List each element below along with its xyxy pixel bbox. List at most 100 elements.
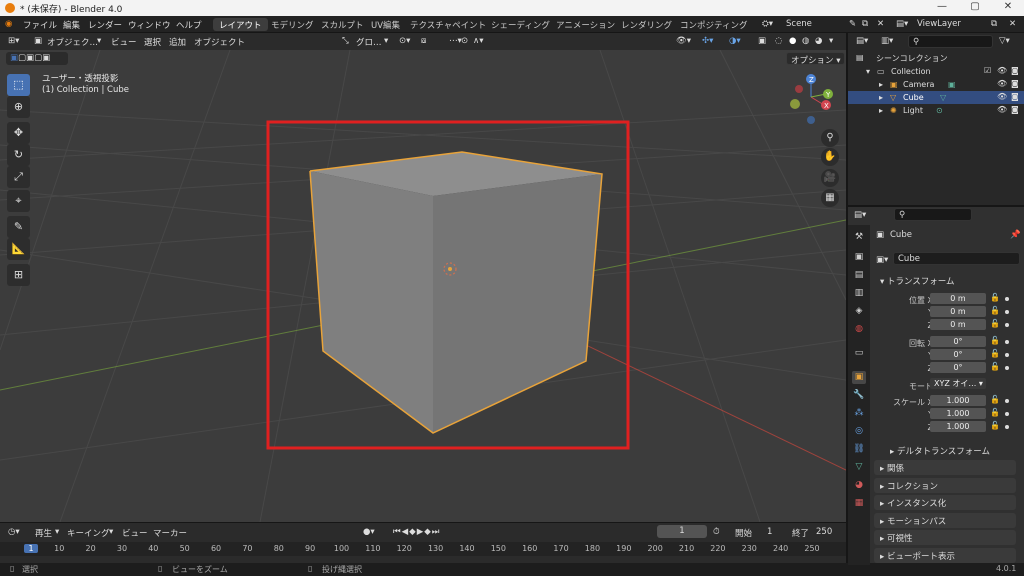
tab-compositing[interactable]: コンポジティング — [674, 18, 754, 31]
relations-section-header[interactable]: ▸ 関係 — [874, 460, 1016, 475]
visibility-icon[interactable]: 👁▾ — [676, 36, 691, 46]
data-tab-icon[interactable]: ▽ — [852, 461, 866, 474]
lock-icon[interactable]: 🔓 — [990, 421, 1000, 430]
render-tab-icon[interactable]: ▣ — [852, 251, 866, 264]
display-mode-icon[interactable]: ▥▾ — [881, 36, 893, 46]
object-mode-icon[interactable]: ▣ — [34, 36, 42, 46]
keyframe-dot-icon[interactable] — [1005, 340, 1009, 344]
lock-icon[interactable]: 🔓 — [990, 362, 1000, 371]
editor-type-icon[interactable]: ⊞▾ — [8, 36, 19, 46]
wireframe-shading-icon[interactable]: ◌ — [775, 36, 782, 46]
shading-options-icon[interactable]: ▾ — [829, 36, 833, 46]
keyframe-dot-icon[interactable] — [1005, 366, 1009, 370]
keyframe-dot-icon[interactable] — [1005, 353, 1009, 357]
eye-icon[interactable]: 👁 — [997, 105, 1007, 114]
keyframe-dot-icon[interactable] — [1005, 297, 1009, 301]
blender-menu-icon[interactable]: ◉ — [5, 19, 12, 29]
object-type-icon[interactable]: ▣▾ — [876, 255, 888, 265]
instancing-section-header[interactable]: ▸ インスタンス化 — [874, 495, 1016, 510]
zoom-icon[interactable]: ⚲ — [821, 129, 839, 147]
world-tab-icon[interactable]: ◍ — [852, 323, 866, 336]
outliner-row-camera[interactable]: ▸ ▣ Camera ▣ 👁 ◙ — [848, 78, 1024, 91]
eye-icon[interactable]: 👁 — [997, 92, 1007, 101]
rotation-y-field[interactable]: 0° — [930, 349, 986, 360]
lock-icon[interactable]: 🔓 — [990, 306, 1000, 315]
scale-x-field[interactable]: 1.000 — [930, 395, 986, 406]
menu-view[interactable]: ビュー — [111, 36, 137, 48]
scale-y-field[interactable]: 1.000 — [930, 408, 986, 419]
outliner-row-collection[interactable]: ▾ ▭ Collection ☑ 👁 ◙ — [848, 65, 1024, 78]
tool-tab-icon[interactable]: ⚒ — [852, 231, 866, 244]
menu-keying[interactable]: キーイング — [67, 527, 110, 539]
transform-orientation[interactable]: グロ… — [356, 36, 382, 48]
playback-controls[interactable]: ⏮◀◆▶◆⏭ — [393, 527, 440, 537]
scene-name[interactable]: Scene — [786, 19, 812, 29]
select-new-icon[interactable]: ▣ — [10, 53, 18, 63]
object-tab-icon[interactable]: ▣ — [852, 371, 866, 384]
menu-marker[interactable]: マーカー — [153, 527, 187, 539]
clock-icon[interactable]: ⏱ — [713, 527, 720, 537]
cube-mesh[interactable] — [309, 151, 603, 434]
eye-icon[interactable]: 👁 — [997, 79, 1007, 88]
tab-shading[interactable]: シェーディング — [485, 18, 556, 31]
ortho-grid-icon[interactable]: ▦ — [821, 189, 839, 207]
keyframe-dot-icon[interactable] — [1005, 425, 1009, 429]
delete-scene-icon[interactable]: ✕ — [877, 19, 884, 29]
delete-view-layer-icon[interactable]: ✕ — [1009, 19, 1016, 29]
tool-move[interactable]: ✥ — [7, 122, 30, 144]
outliner-search-input[interactable]: ⚲ — [908, 35, 993, 48]
menu-help[interactable]: ヘルプ — [176, 19, 202, 31]
checkbox-icon[interactable]: ☑ — [984, 66, 991, 75]
keyframe-dot-icon[interactable] — [1005, 323, 1009, 327]
tool-measure[interactable]: 📐 — [7, 238, 30, 260]
view-layer-name[interactable]: ViewLayer — [917, 19, 961, 29]
falloff-icon[interactable]: ∧▾ — [473, 36, 484, 46]
keyframe-dot-icon[interactable] — [1005, 310, 1009, 314]
minimize-button[interactable]: — — [927, 1, 957, 12]
properties-search-input[interactable]: ⚲ — [894, 208, 972, 221]
scene-tab-icon[interactable]: ◈ — [852, 305, 866, 318]
keyframe-dot-icon[interactable] — [1005, 399, 1009, 403]
filter-icon[interactable]: ▽▾ — [999, 36, 1010, 46]
rotation-mode-select[interactable]: XYZ オイ… ▾ — [930, 378, 986, 389]
modifier-tab-icon[interactable]: 🔧 — [852, 389, 866, 402]
new-scene-icon[interactable]: ⧉ — [862, 19, 868, 29]
scene-icon[interactable]: ⛭▾ — [762, 19, 773, 29]
tab-modeling[interactable]: モデリング — [265, 18, 320, 31]
snap-target-icon[interactable]: ⋯▾ — [449, 36, 462, 46]
expand-icon[interactable]: ▾ — [866, 67, 870, 76]
menu-timeline-view[interactable]: ビュー — [122, 527, 148, 539]
transform-orientation-icon[interactable]: ⤡ — [342, 36, 349, 46]
menu-file[interactable]: ファイル — [23, 19, 57, 31]
collection-tab-icon[interactable]: ▭ — [852, 347, 866, 360]
current-frame-field[interactable]: 1 — [657, 525, 707, 538]
close-button[interactable]: ✕ — [993, 1, 1023, 12]
tool-rotate[interactable]: ↻ — [7, 144, 30, 166]
material-shading-icon[interactable]: ◍ — [802, 36, 809, 46]
output-tab-icon[interactable]: ▤ — [852, 269, 866, 282]
tool-transform[interactable]: ⌖ — [7, 190, 30, 212]
menu-render[interactable]: レンダー — [88, 19, 122, 31]
tab-sculpt[interactable]: スカルプト — [315, 18, 370, 31]
collection-section-header[interactable]: ▸ コレクション — [874, 478, 1016, 493]
record-icon[interactable]: ●▾ — [363, 527, 375, 537]
lock-icon[interactable]: 🔓 — [990, 319, 1000, 328]
solid-shading-icon[interactable]: ● — [789, 36, 796, 46]
tab-animation[interactable]: アニメーション — [550, 18, 621, 31]
overlay-icon[interactable]: ◑▾ — [729, 36, 741, 46]
outliner-row-cube[interactable]: ▸ ▽ Cube ▽ 👁 ◙ — [848, 91, 1024, 104]
pivot-icon[interactable]: ⊙▾ — [399, 36, 410, 46]
properties-editor-icon[interactable]: ▤▾ — [854, 210, 866, 220]
gizmo-icon[interactable]: ✣▾ — [702, 36, 713, 46]
particles-tab-icon[interactable]: ⁂ — [852, 407, 866, 420]
constraints-tab-icon[interactable]: ⛓ — [852, 443, 866, 456]
menu-playback[interactable]: 再生 — [35, 527, 52, 539]
3d-viewport[interactable]: Z X Y ユーザー・透視投影 (1) Collection | Cube ▣▢… — [0, 50, 846, 522]
frame-ruler[interactable]: 1 10 20 30 40 50 60 70 80 90 100 110 120 130 140 150 160… — [0, 542, 846, 556]
timeline-editor-icon[interactable]: ◷▾ — [8, 527, 20, 537]
view-layer-icon[interactable]: ▤▾ — [896, 19, 908, 29]
new-view-layer-icon[interactable]: ⧉ — [991, 19, 997, 29]
menu-object[interactable]: オブジェクト — [194, 36, 245, 48]
render-icon[interactable]: ◙ — [1011, 79, 1019, 88]
lock-icon[interactable]: 🔓 — [990, 395, 1000, 404]
